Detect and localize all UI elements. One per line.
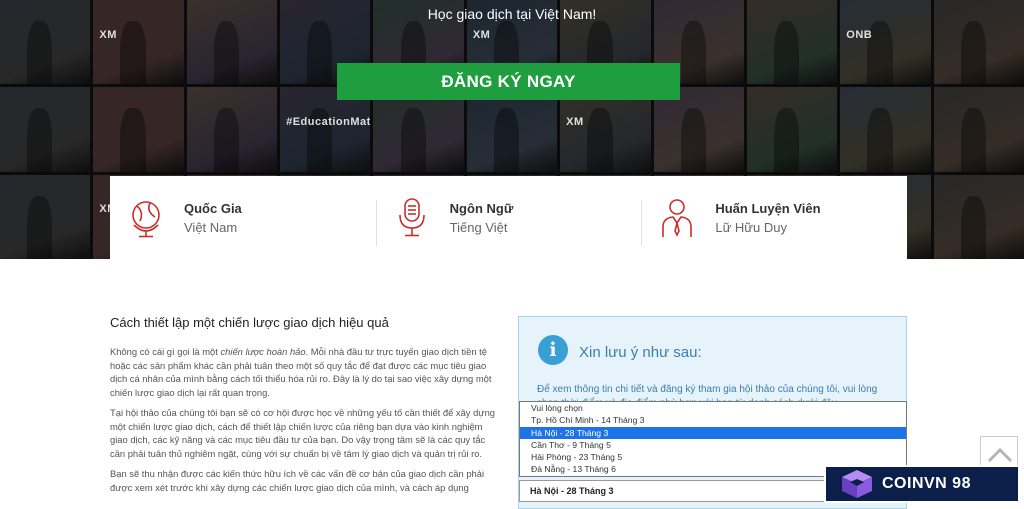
info-country-value: Việt Nam — [184, 220, 238, 235]
collage-photo-caption: #EducationMatters — [286, 115, 371, 128]
collage-photo-caption: XM — [566, 115, 584, 128]
info-trainer-value: Lữ Hữu Duy — [715, 220, 787, 235]
collage-photo-caption: XM — [99, 28, 117, 41]
article-paragraph-2: Tại hội thảo của chúng tôi bạn sẽ có cơ … — [110, 407, 496, 459]
hero-tagline: Học giao dịch tại Việt Nam! — [427, 6, 597, 22]
dropdown-option-highlighted[interactable]: Hà Nội - 28 Tháng 3 — [520, 426, 906, 439]
collage-photo-caption: XM — [472, 28, 491, 41]
cube-logo-icon — [842, 470, 872, 498]
article-paragraph-1: Không có cái gì gọi là một chiến lược ho… — [110, 346, 492, 398]
article: Cách thiết lập một chiến lược giao dịch … — [110, 315, 498, 501]
logo-text: COINVN 98 — [882, 475, 971, 492]
register-now-button[interactable]: ĐĂNG KÝ NGAY — [337, 63, 680, 100]
info-trainer-title: Huấn Luyện Viên — [715, 201, 821, 216]
collage-photo-caption: ONB — [846, 28, 873, 41]
dropdown-option[interactable]: Tp. Hồ Chí Minh - 14 Tháng 3 — [520, 414, 906, 426]
collage-photo-caption: XM — [99, 203, 117, 216]
seminar-info-card: Quốc Gia Việt Nam Ngôn Ngữ Tiếng Việt Hu… — [110, 176, 907, 260]
coinvn-logo-badge: COINVN 98 — [824, 465, 1020, 503]
notice-title: Xin lưu ý như sau: — [579, 344, 702, 361]
info-language: Ngôn Ngữ Tiếng Việt — [375, 176, 642, 260]
dropdown-option[interactable]: Vui lòng chọn — [520, 402, 906, 414]
info-country-title: Quốc Gia — [184, 201, 242, 216]
globe-icon — [132, 201, 160, 238]
chevron-up-icon — [987, 447, 1013, 463]
info-language-value: Tiếng Việt — [449, 220, 508, 235]
article-paragraph-3: Bạn sẽ thu nhận được các kiến thức hữu í… — [110, 468, 485, 493]
dropdown-option[interactable]: Cần Thơ - 9 Tháng 5 — [520, 439, 906, 451]
info-trainer: Huấn Luyện Viên Lữ Hữu Duy — [641, 176, 907, 260]
info-icon: i — [538, 335, 568, 365]
info-country: Quốc Gia Việt Nam — [110, 176, 376, 260]
person-icon — [662, 199, 693, 237]
dropdown-option[interactable]: Hải Phòng - 23 Tháng 5 — [520, 451, 906, 463]
article-heading: Cách thiết lập một chiến lược giao dịch … — [110, 315, 389, 330]
microphone-icon — [398, 198, 425, 237]
info-language-title: Ngôn Ngữ — [449, 201, 514, 216]
